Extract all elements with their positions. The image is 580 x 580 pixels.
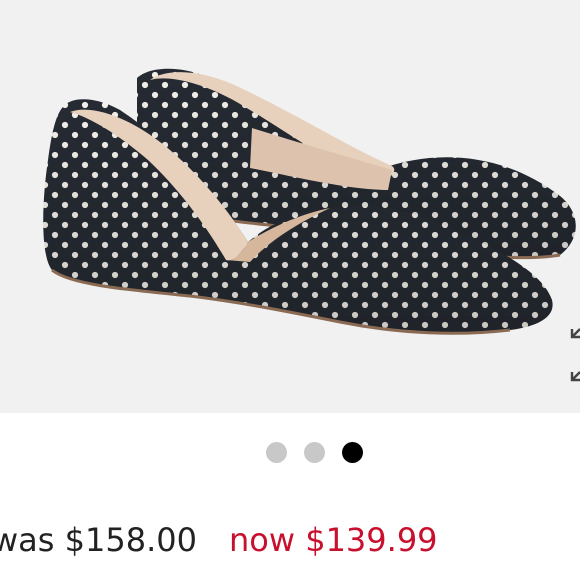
gallery-dot-2[interactable]: [304, 442, 325, 463]
price-row: was $158.00 now $139.99: [0, 518, 580, 562]
expand-arrows-icon[interactable]: [563, 326, 580, 390]
sale-price: now $139.99: [229, 521, 438, 559]
gallery-dot-1[interactable]: [266, 442, 287, 463]
shoe-illustration: [43, 68, 576, 335]
gallery-dot-3[interactable]: [342, 442, 363, 463]
gallery-pagination: [0, 442, 580, 464]
original-price: was $158.00: [0, 521, 197, 559]
product-image[interactable]: [0, 0, 580, 413]
